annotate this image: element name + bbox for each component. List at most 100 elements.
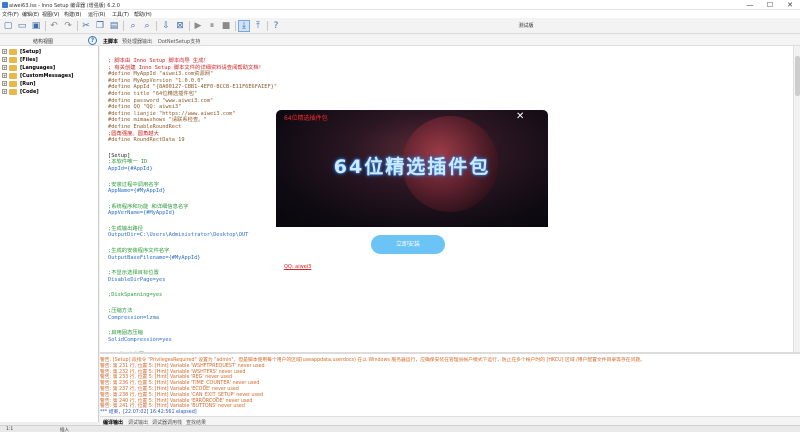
code-line: ;DiskSpanning=yes [108, 292, 163, 299]
expand-icon[interactable]: + [2, 57, 7, 62]
upload-icon[interactable]: ⤒ [252, 20, 264, 32]
open-folder-icon[interactable]: ▭ [16, 20, 28, 32]
toolbar-separator [235, 21, 236, 31]
code-line: OutputDir=C:\Users\Administrator\Desktop… [108, 232, 249, 239]
popup-banner-label: 64位精选插件包 [284, 115, 328, 122]
toolbar-separator [77, 21, 78, 31]
code-line: #define RoundRectData 19 [108, 137, 185, 144]
folder-icon [9, 89, 17, 95]
tree-item-custommessages[interactable]: + [CustomMessages] [2, 72, 97, 80]
tree-item-label: [Run] [20, 81, 36, 87]
stop-compile-icon[interactable]: ⊠ [174, 20, 186, 32]
qq-link[interactable]: QQ: aiwei3 [284, 264, 311, 270]
menu-view[interactable]: 视图(V) [42, 11, 59, 18]
paste-icon[interactable]: ▤ [108, 20, 120, 32]
close-button[interactable]: ✕ [780, 0, 800, 10]
menu-bar: 文件(F) 编辑(E) 视图(V) 构建(B) 运行(R) 工具(T) 帮助(H… [0, 10, 800, 18]
code-line: #define title "64位精选插件包" [108, 90, 198, 97]
tree-item-files[interactable]: + [Files] [2, 56, 97, 64]
code-line: Compression=lzma [108, 314, 160, 321]
run-icon[interactable]: ▶ [192, 20, 204, 32]
editor-scrollbar[interactable] [793, 46, 800, 352]
code-line: #define QQ "QQ: aiwei3" [108, 104, 182, 111]
toolbar-separator [123, 21, 124, 31]
maximize-button[interactable]: ☐ [760, 0, 780, 10]
find-icon[interactable]: ⌕ [127, 20, 139, 32]
code-line: OutputBaseFilename={#MyAppId} [108, 254, 201, 261]
cursor-position: 1:1 [6, 427, 14, 432]
code-line: ;生成的安装程序文件名字 [108, 248, 170, 255]
popup-close-button[interactable]: ✕ [516, 111, 524, 122]
help-icon[interactable]: ? [270, 20, 282, 32]
debug-icon[interactable]: ⤓ [238, 20, 250, 32]
code-line: #define AppId "{8A00127-CBB1-4EF0-BCCB-E… [108, 84, 278, 91]
expand-icon[interactable]: + [2, 65, 7, 70]
find-next-icon[interactable]: ⌕ [141, 20, 153, 32]
expand-icon[interactable]: + [2, 81, 7, 86]
tab-preprocessor-output[interactable]: 预处理器输出 [122, 38, 152, 45]
menu-edit[interactable]: 编辑(E) [22, 11, 39, 18]
toolbar-separator [156, 21, 157, 31]
menu-run[interactable]: 运行(R) [88, 11, 105, 18]
popup-banner: 64位精选插件包 ✕ 64位精选插件包 [276, 110, 548, 227]
structure-panel-title: 结构视图 [32, 39, 53, 45]
code-line: #define password "www.aiwei3.com" [108, 97, 214, 104]
menu-file[interactable]: 文件(F) [2, 11, 19, 18]
toolbar-separator [189, 21, 190, 31]
tree-item-setup[interactable]: + [Setup] [2, 48, 97, 56]
copy-icon[interactable]: ❐ [94, 20, 106, 32]
folder-icon [9, 81, 17, 87]
tab-main-script[interactable]: 主脚本 [103, 38, 118, 45]
tree-item-run[interactable]: + [Run] [2, 80, 97, 88]
new-file-icon[interactable]: ▢ [2, 20, 14, 32]
toolbar-separator [45, 21, 46, 31]
code-line: DisableDirPage=yes [108, 276, 166, 283]
stop-icon[interactable]: ■ [220, 20, 232, 32]
menu-tools[interactable]: 工具(T) [112, 11, 129, 18]
code-line: ;不显示选择目标位置 [108, 270, 159, 277]
structure-help-button[interactable]: ? [88, 36, 97, 45]
code-line: ;系统程序和功能 和详细信息名字 [108, 203, 189, 210]
install-now-button[interactable]: 立即安装 [371, 235, 445, 254]
menu-help[interactable]: 帮助(H) [134, 11, 152, 18]
code-line: ;本软件唯一 ID [108, 159, 148, 166]
app-icon [2, 2, 8, 8]
code-line: ;安装过程中调用名字 [108, 181, 159, 188]
code-content: ; 脚本由 Inno Setup 脚本向导 生成！; 有关创建 Inno Set… [108, 58, 277, 352]
tree-item-label: [Setup] [20, 49, 42, 55]
expand-icon[interactable]: + [2, 89, 7, 94]
minimize-button[interactable]: — [740, 0, 760, 10]
save-icon[interactable]: ▣ [30, 20, 42, 32]
pause-icon[interactable]: ⏸ [206, 20, 218, 32]
code-line: ;压缩方法 [108, 308, 133, 315]
code-line: ;启用固态压缩 [108, 330, 143, 337]
expand-icon[interactable]: + [2, 49, 7, 54]
structure-tree: + [Setup] + [Files] + [Languages] + [Cus… [2, 48, 97, 96]
compile-icon[interactable]: ⇩ [160, 20, 172, 32]
tab-dotnetsetup[interactable]: DotNetSetup支持 [158, 38, 200, 45]
tree-item-label: [Files] [20, 57, 38, 63]
undo-icon[interactable]: ↶ [48, 20, 60, 32]
tree-item-code[interactable]: + [Code] [2, 88, 97, 96]
code-line: #define mima±shows "请联系检查。" [108, 117, 207, 124]
status-bar: 1:1 插入 [0, 425, 800, 432]
redo-icon[interactable]: ↷ [62, 20, 74, 32]
scrollbar-thumb[interactable] [795, 56, 800, 96]
installer-popup: 64位精选插件包 ✕ 64位精选插件包 立即安装 QQ: aiwei3 [276, 110, 548, 276]
expand-icon[interactable]: + [2, 73, 7, 78]
popup-title: 64位精选插件包 [333, 156, 491, 178]
cut-icon[interactable]: ✂ [80, 20, 92, 32]
insert-mode: 插入 [60, 428, 69, 432]
tree-item-languages[interactable]: + [Languages] [2, 64, 97, 72]
menu-build[interactable]: 构建(B) [64, 11, 81, 18]
